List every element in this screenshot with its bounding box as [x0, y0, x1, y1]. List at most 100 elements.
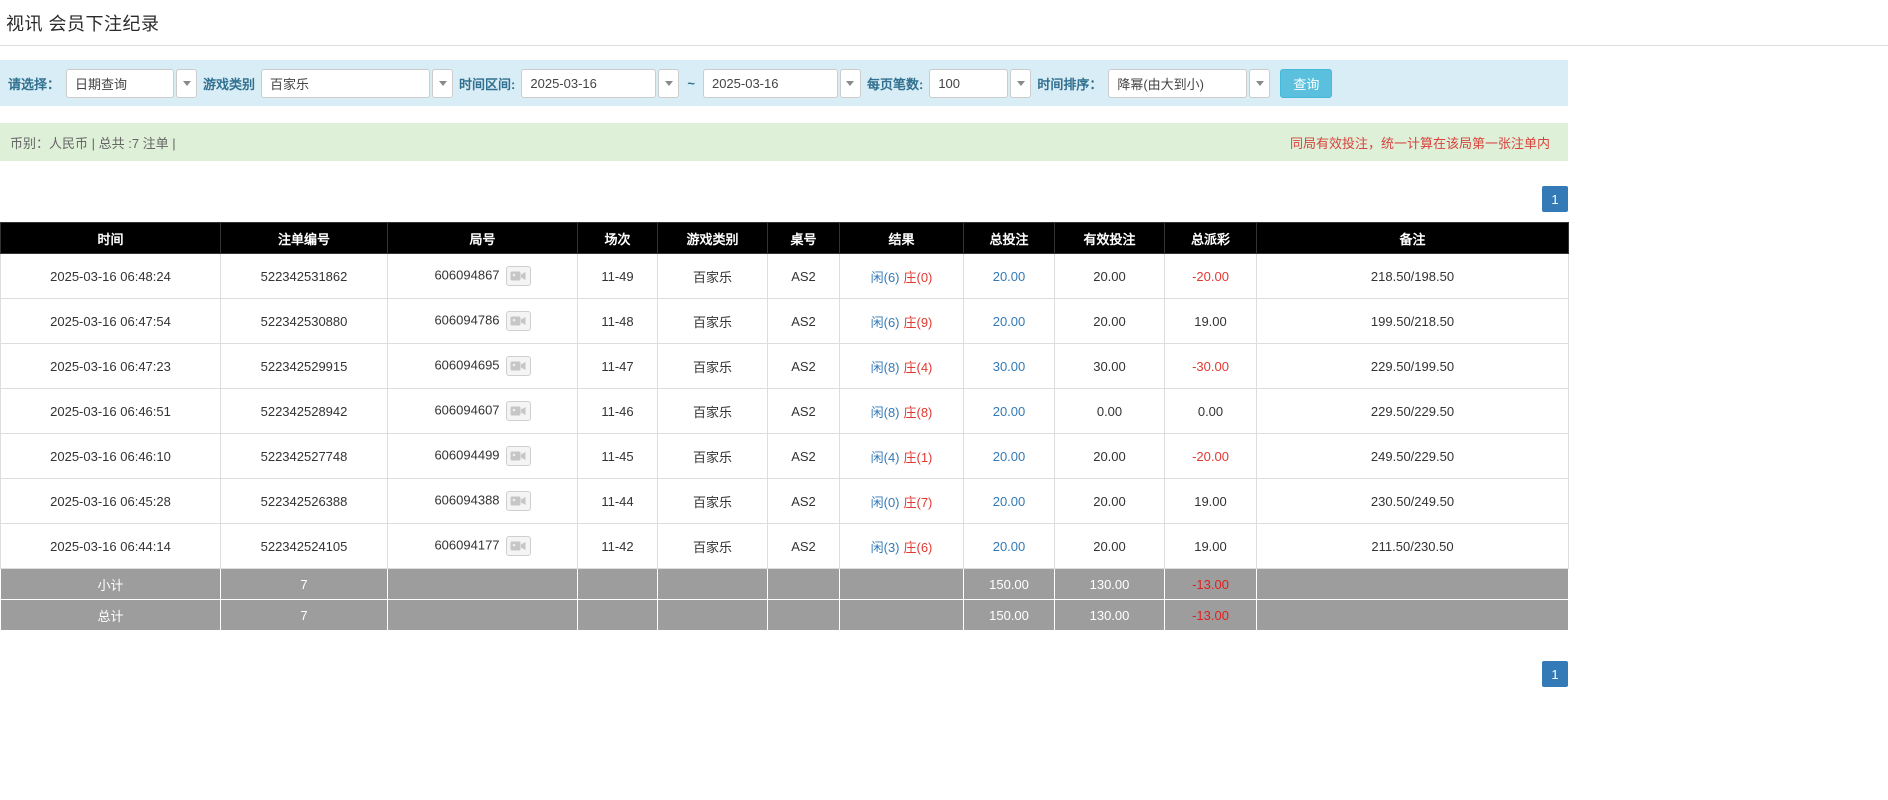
total-valid-bet: 130.00 [1055, 600, 1165, 631]
video-icon[interactable] [506, 356, 531, 376]
cell-session: 11-46 [578, 389, 658, 434]
page-size-select[interactable]: 100 [929, 69, 1031, 98]
sort-select[interactable]: 降幂(由大到小) [1108, 69, 1270, 98]
cell-table-no: AS2 [768, 479, 840, 524]
table-row: 2025-03-16 06:48:24 522342531862 6060948… [1, 254, 1569, 299]
sort-label: 时间排序： [1037, 74, 1102, 93]
cell-total-bet[interactable]: 20.00 [964, 299, 1055, 344]
cell-remark: 229.50/229.50 [1257, 389, 1569, 434]
time-range-label: 时间区间: [459, 74, 515, 93]
video-icon[interactable] [506, 266, 531, 286]
total-total-bet: 150.00 [964, 600, 1055, 631]
col-round-id: 局号 [388, 223, 578, 254]
chevron-down-icon[interactable] [840, 69, 861, 98]
summary-bar: 币别：人民币 | 总共 :7 注单 | 同局有效投注，统一计算在该局第一张注单内 [0, 123, 1568, 161]
cell-bet-id: 522342529915 [221, 344, 388, 389]
total-label: 总计 [1, 600, 221, 631]
cell-session: 11-47 [578, 344, 658, 389]
cell-session: 11-49 [578, 254, 658, 299]
page-size-label: 每页笔数: [867, 74, 923, 93]
cell-round-id: 606094499 [388, 434, 578, 479]
cell-bet-id: 522342528942 [221, 389, 388, 434]
date-from-select[interactable]: 2025-03-16 [521, 69, 679, 98]
cell-valid-bet: 30.00 [1055, 344, 1165, 389]
chevron-down-icon[interactable] [1010, 69, 1031, 98]
round-id-text: 606094867 [434, 267, 499, 282]
cell-valid-bet: 20.00 [1055, 254, 1165, 299]
chevron-down-icon[interactable] [432, 69, 453, 98]
search-button[interactable]: 查询 [1280, 69, 1332, 98]
cell-total-bet[interactable]: 20.00 [964, 524, 1055, 569]
result-player: 闲(0) [871, 495, 900, 510]
result-banker: 庄(0) [904, 270, 933, 285]
date-from-value[interactable]: 2025-03-16 [521, 69, 656, 98]
query-type-value[interactable]: 日期查询 [66, 69, 174, 98]
result-player: 闲(4) [871, 450, 900, 465]
col-total-bet: 总投注 [964, 223, 1055, 254]
cell-valid-bet: 20.00 [1055, 299, 1165, 344]
cell-time: 2025-03-16 06:44:14 [1, 524, 221, 569]
date-to-value[interactable]: 2025-03-16 [703, 69, 838, 98]
cell-total-bet[interactable]: 30.00 [964, 344, 1055, 389]
date-to-select[interactable]: 2025-03-16 [703, 69, 861, 98]
cell-table-no: AS2 [768, 389, 840, 434]
chevron-down-icon[interactable] [658, 69, 679, 98]
cell-total-bet[interactable]: 20.00 [964, 389, 1055, 434]
result-banker: 庄(1) [904, 450, 933, 465]
subtotal-payout: -13.00 [1165, 569, 1257, 600]
result-player: 闲(8) [871, 360, 900, 375]
col-bet-id: 注单编号 [221, 223, 388, 254]
game-type-value[interactable]: 百家乐 [261, 69, 430, 98]
cell-game-type: 百家乐 [658, 389, 768, 434]
cell-result: 闲(4) 庄(1) [840, 434, 964, 479]
cell-result: 闲(8)庄(4) [840, 344, 964, 389]
cell-payout: 0.00 [1165, 389, 1257, 434]
cell-table-no: AS2 [768, 344, 840, 389]
video-icon[interactable] [506, 536, 531, 556]
total-payout: -13.00 [1165, 600, 1257, 631]
cell-session: 11-48 [578, 299, 658, 344]
cell-result: 闲(6)庄(0) [840, 254, 964, 299]
video-icon[interactable] [506, 311, 531, 331]
valid-bet-notice: 同局有效投注，统一计算在该局第一张注单内 [1290, 133, 1558, 152]
round-id-text: 606094695 [434, 357, 499, 372]
cell-game-type: 百家乐 [658, 254, 768, 299]
cell-total-bet[interactable]: 20.00 [964, 254, 1055, 299]
result-player: 闲(3) [871, 540, 900, 555]
cell-result: 闲(6)庄(9) [840, 299, 964, 344]
cell-game-type: 百家乐 [658, 524, 768, 569]
video-icon[interactable] [506, 446, 531, 466]
page-button-1[interactable]: 1 [1542, 661, 1568, 687]
cell-time: 2025-03-16 06:47:23 [1, 344, 221, 389]
cell-total-bet[interactable]: 20.00 [964, 434, 1055, 479]
col-payout: 总派彩 [1165, 223, 1257, 254]
cell-bet-id: 522342531862 [221, 254, 388, 299]
round-id-text: 606094388 [434, 492, 499, 507]
video-icon[interactable] [506, 491, 531, 511]
page-size-value[interactable]: 100 [929, 69, 1008, 98]
date-range-tilde: ~ [685, 76, 697, 91]
table-row: 2025-03-16 06:47:23 522342529915 6060946… [1, 344, 1569, 389]
table-row: 2025-03-16 06:46:51 522342528942 6060946… [1, 389, 1569, 434]
game-type-select[interactable]: 百家乐 [261, 69, 453, 98]
chevron-down-icon[interactable] [1249, 69, 1270, 98]
cell-round-id: 606094177 [388, 524, 578, 569]
result-banker: 庄(6) [904, 540, 933, 555]
subtotal-count: 7 [221, 569, 388, 600]
cell-total-bet[interactable]: 20.00 [964, 479, 1055, 524]
subtotal-valid-bet: 130.00 [1055, 569, 1165, 600]
chevron-down-icon[interactable] [176, 69, 197, 98]
filter-bar: 请选择： 日期查询 游戏类别 百家乐 时间区间: 2025-03-16 ~ 20… [0, 60, 1568, 106]
table-row: 2025-03-16 06:44:14 522342524105 6060941… [1, 524, 1569, 569]
page-button-1[interactable]: 1 [1542, 186, 1568, 212]
round-id-text: 606094607 [434, 402, 499, 417]
result-player: 闲(6) [871, 315, 900, 330]
query-type-select[interactable]: 日期查询 [66, 69, 197, 98]
sort-value[interactable]: 降幂(由大到小) [1108, 69, 1247, 98]
cell-remark: 230.50/249.50 [1257, 479, 1569, 524]
game-type-label: 游戏类别 [203, 74, 255, 93]
cell-game-type: 百家乐 [658, 299, 768, 344]
video-icon[interactable] [506, 401, 531, 421]
cell-table-no: AS2 [768, 299, 840, 344]
cell-bet-id: 522342530880 [221, 299, 388, 344]
